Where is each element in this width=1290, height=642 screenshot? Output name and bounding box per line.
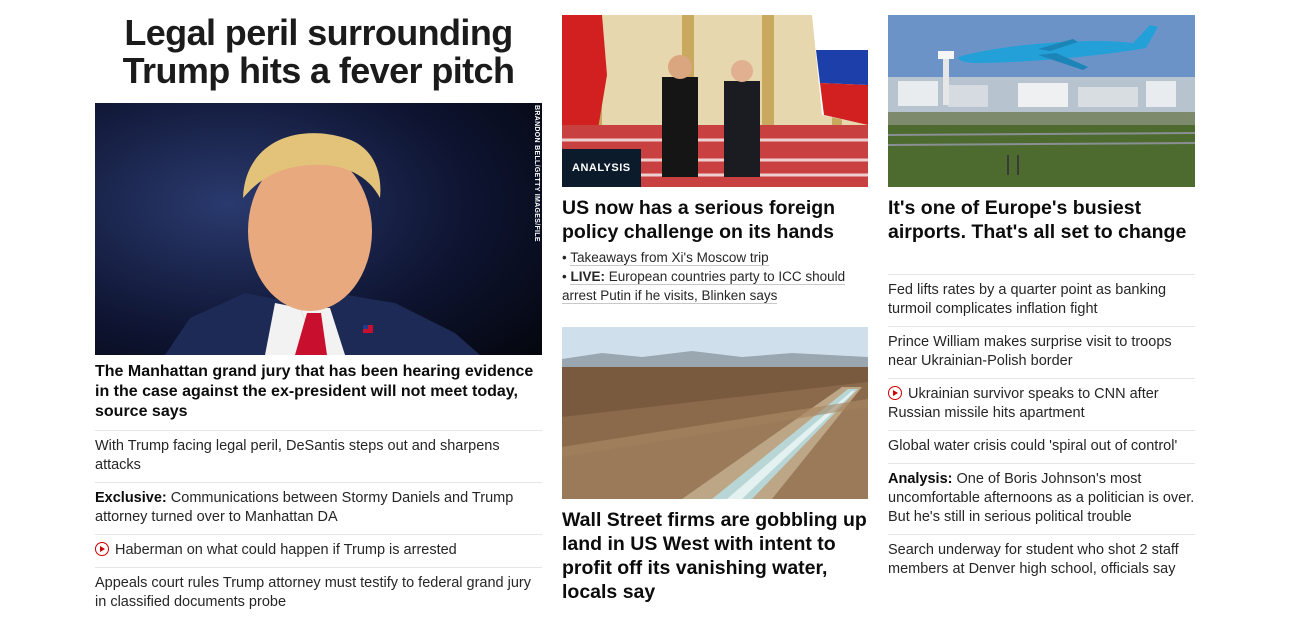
lead-related-list: With Trump facing legal peril, DeSantis … <box>95 430 542 619</box>
list-item-text: Haberman on what could happen if Trump i… <box>115 542 457 558</box>
list-item-prefix: Analysis: <box>888 471 953 487</box>
list-item[interactable]: With Trump facing legal peril, DeSantis … <box>95 430 542 482</box>
canal-photo <box>562 327 868 499</box>
right-story-headline[interactable]: It's one of Europe's busiest airports. T… <box>888 196 1195 244</box>
list-item[interactable]: Appeals court rules Trump attorney must … <box>95 567 542 619</box>
video-play-icon <box>95 542 109 556</box>
list-item-prefix: Exclusive: <box>95 490 167 506</box>
middle-story-headline[interactable]: US now has a serious foreign policy chal… <box>562 196 868 244</box>
list-item[interactable]: Analysis: One of Boris Johnson's most un… <box>888 463 1195 534</box>
canal-image[interactable] <box>562 327 868 499</box>
list-item[interactable]: Ukrainian survivor speaks to CNN after R… <box>888 378 1195 430</box>
list-item-text: Ukrainian survivor speaks to CNN after R… <box>888 386 1159 421</box>
list-item[interactable]: Prince William makes surprise visit to t… <box>888 326 1195 378</box>
bullet-text: European countries party to ICC should a… <box>562 269 846 303</box>
middle-story-bullets: • Takeaways from Xi's Moscow trip • LIVE… <box>562 248 868 305</box>
middle-story2-headline[interactable]: Wall Street firms are gobbling up land i… <box>562 508 868 604</box>
analysis-badge: ANALYSIS <box>562 149 641 187</box>
right-story-list: Fed lifts rates by a quarter point as ba… <box>888 274 1195 586</box>
list-item-text: Fed lifts rates by a quarter point as ba… <box>888 282 1167 317</box>
airport-image[interactable] <box>888 15 1195 187</box>
lead-story-title[interactable]: Legal peril surrounding Trump hits a fev… <box>95 14 542 90</box>
trump-photo <box>95 103 542 355</box>
bullet-text: Takeaways from Xi's Moscow trip <box>570 250 769 266</box>
live-label: LIVE: <box>570 269 605 284</box>
list-item-text: Prince William makes surprise visit to t… <box>888 334 1172 369</box>
bullet-link[interactable]: • Takeaways from Xi's Moscow trip <box>562 248 868 267</box>
list-item-text: Appeals court rules Trump attorney must … <box>95 575 532 610</box>
xi-putin-image[interactable]: ANALYSIS <box>562 15 868 187</box>
lead-story-image[interactable]: BRANDON BELL/GETTY IMAGES/FILE <box>95 103 542 355</box>
list-item[interactable]: Global water crisis could 'spiral out of… <box>888 430 1195 463</box>
lead-story-subheadline[interactable]: The Manhattan grand jury that has been h… <box>95 362 542 422</box>
list-item-text: Search underway for student who shot 2 s… <box>888 542 1179 577</box>
list-item[interactable]: Exclusive: Communications between Stormy… <box>95 482 542 534</box>
image-credit: BRANDON BELL/GETTY IMAGES/FILE <box>533 105 540 242</box>
list-item[interactable]: Search underway for student who shot 2 s… <box>888 534 1195 586</box>
list-item[interactable]: Fed lifts rates by a quarter point as ba… <box>888 274 1195 326</box>
klm-plane-photo <box>888 15 1195 187</box>
list-item[interactable]: Haberman on what could happen if Trump i… <box>95 534 542 567</box>
list-item-text: Global water crisis could 'spiral out of… <box>888 438 1178 454</box>
list-item-text: With Trump facing legal peril, DeSantis … <box>95 438 500 473</box>
bullet-link[interactable]: • LIVE: European countries party to ICC … <box>562 267 868 305</box>
video-play-icon <box>888 386 902 400</box>
